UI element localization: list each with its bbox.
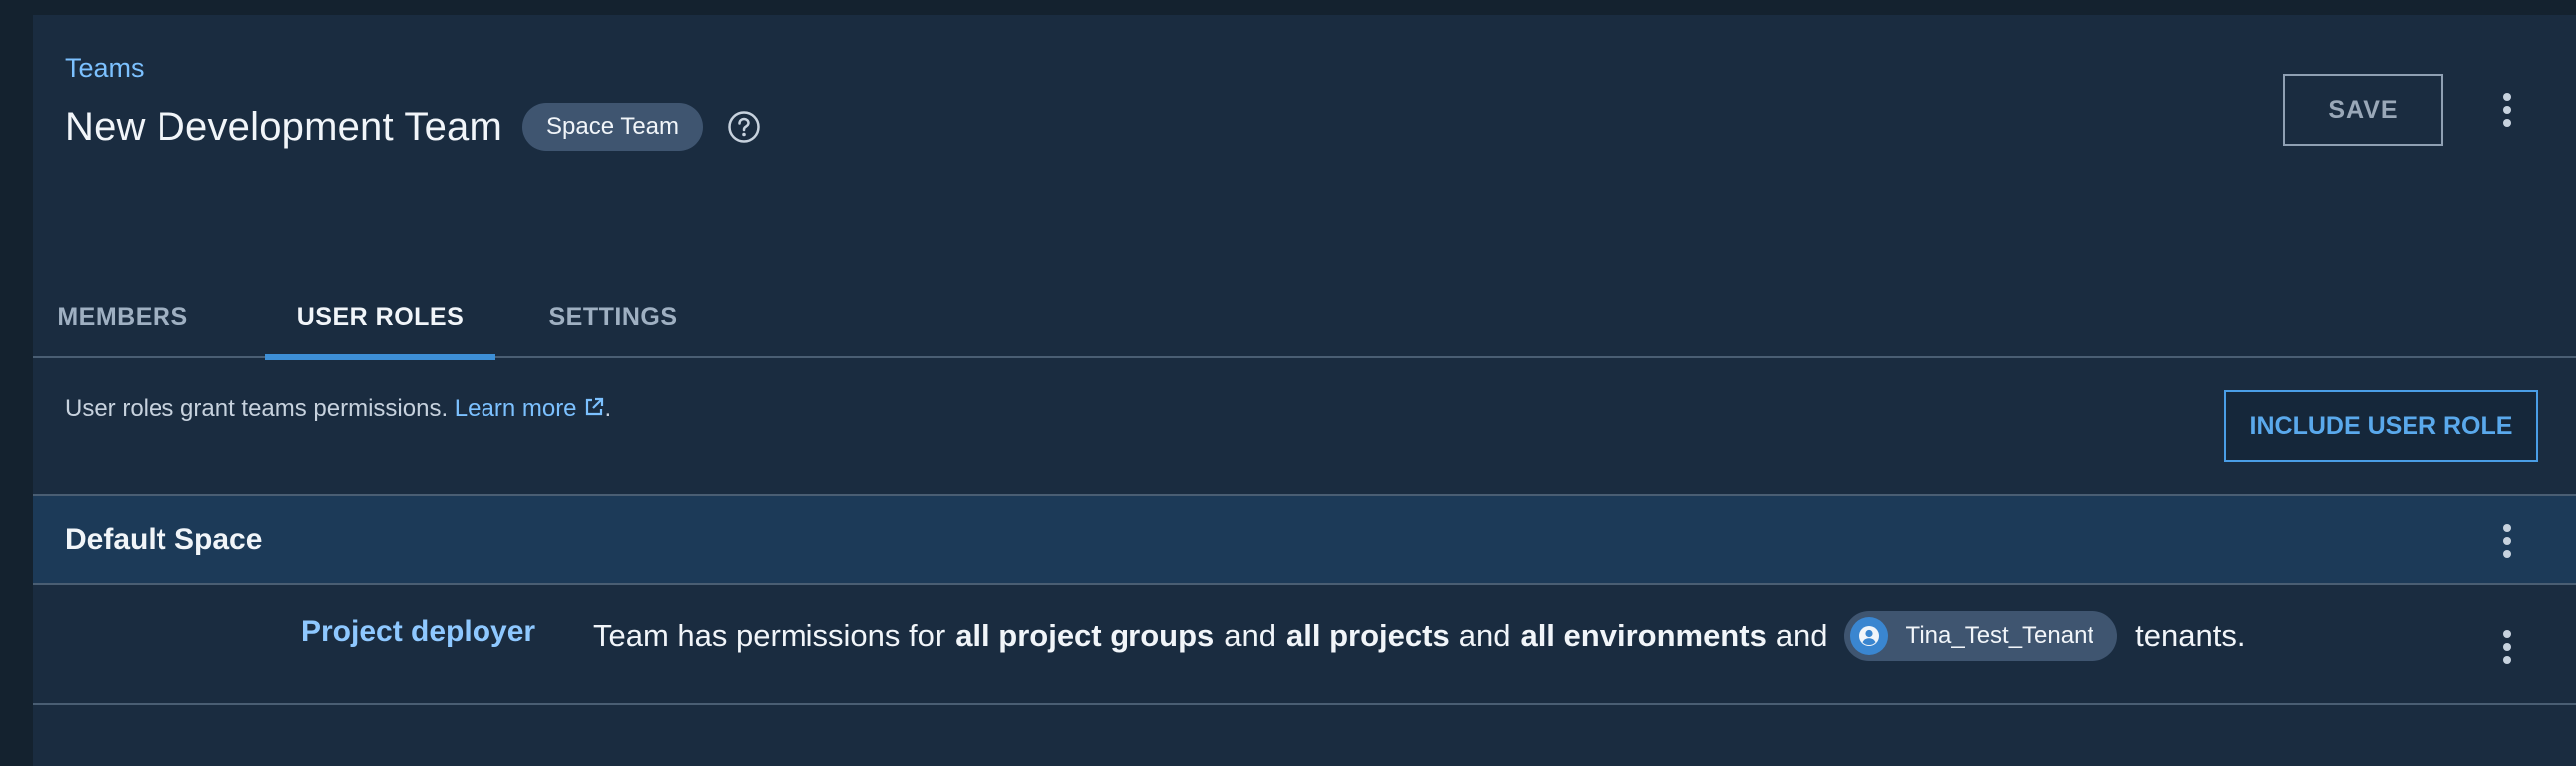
team-panel: Teams New Development Team Space Team SA… [33,15,2576,766]
space-team-badge: Space Team [522,103,704,151]
page-title: New Development Team [65,104,503,149]
space-section-header: Default Space [33,496,2576,585]
scope-projects: all projects [1286,618,1449,653]
tenant-avatar-icon [1849,617,1888,655]
breadcrumb-teams[interactable]: Teams [65,53,145,84]
info-suffix: . [604,395,612,422]
tenant-chip: Tina_Test_Tenant [1843,611,2118,661]
desc-and: and [1458,618,1511,653]
role-description: Team has permissions for all project gro… [593,611,2245,661]
section-title: Default Space [65,523,263,556]
section-more-menu-icon[interactable] [2487,521,2527,561]
user-roles-info: User roles grant teams permissions. Lear… [65,395,611,423]
help-icon[interactable] [727,110,761,144]
role-name-link[interactable]: Project deployer [301,615,535,649]
scope-project-groups: all project groups [955,618,1215,653]
tenant-name: Tina_Test_Tenant [1905,622,2094,649]
desc-and: and [1224,618,1277,653]
tab-members[interactable]: MEMBERS [51,276,194,358]
scope-environments: all environments [1520,618,1767,653]
external-link-icon [583,396,605,418]
include-user-role-button[interactable]: INCLUDE USER ROLE [2224,390,2538,462]
desc-text: Team has permissions for [593,618,946,653]
role-more-menu-icon[interactable] [2487,627,2527,667]
role-row: Project deployer Team has permissions fo… [33,585,2576,705]
tab-settings[interactable]: SETTINGS [541,276,685,358]
desc-and: and [1775,618,1828,653]
tab-user-roles[interactable]: USER ROLES [265,276,495,360]
tab-bar: MEMBERS USER ROLES SETTINGS [33,276,2576,360]
info-text: User roles grant teams permissions. [65,395,455,422]
header-more-menu-icon[interactable] [2487,90,2527,130]
desc-tenants: tenants. [2135,618,2246,653]
save-button[interactable]: SAVE [2283,74,2443,146]
learn-more-link[interactable]: Learn more [455,395,605,422]
title-row: New Development Team Space Team [65,97,761,157]
